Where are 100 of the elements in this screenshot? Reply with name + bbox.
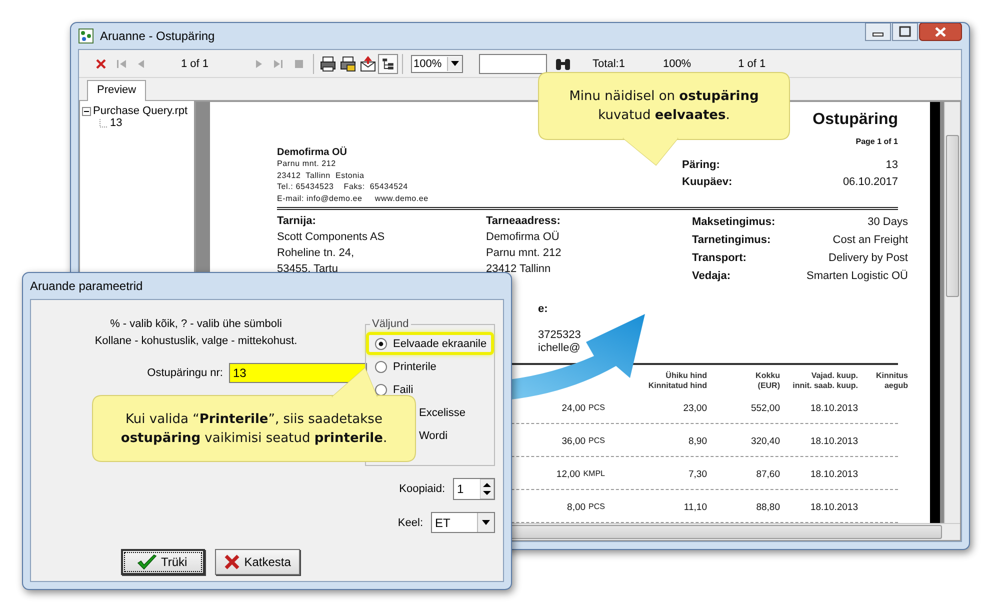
copies-spinner[interactable]: 1 — [453, 478, 495, 500]
option-label[interactable]: Printerile — [393, 360, 436, 372]
contact-line: 3725323 — [538, 329, 582, 342]
table-cell-text: 23,00 — [682, 403, 707, 416]
spinner-arrows-icon[interactable] — [480, 479, 494, 499]
quantity-cell: 24,00 — [562, 403, 586, 414]
zoom-level: 100% — [662, 58, 692, 70]
page-indicator: 1 of 1 — [181, 58, 209, 70]
column-header: Kinnitus aegub — [875, 370, 908, 391]
field-value: Delivery by Post — [828, 251, 908, 266]
option-label[interactable]: Eelvaade ekraanile — [393, 338, 487, 350]
language-dropdown[interactable]: ET — [431, 512, 495, 533]
printer-setup-icon[interactable] — [338, 54, 358, 74]
tree-item[interactable]: 13 — [110, 117, 122, 129]
total-count: Total:1 — [592, 58, 625, 70]
field-label: Päring: — [682, 158, 720, 173]
zoom-dropdown[interactable]: 100% — [410, 54, 463, 72]
table-cell-text: 320,40 — [750, 436, 780, 449]
table-cell-text: 88,80 — [755, 502, 780, 515]
vertical-scrollbar[interactable] — [944, 102, 960, 523]
table-cell-text: 18.10.2013 — [809, 469, 858, 482]
field-label: Vedaja: — [692, 269, 731, 284]
cancel-button[interactable]: Katkesta — [215, 549, 300, 575]
quantity-cell: 36,00 — [562, 436, 586, 447]
table-cell-text: 11,10 — [682, 502, 707, 515]
field-value: 30 Days — [868, 215, 908, 230]
radio-button[interactable] — [375, 360, 387, 372]
section-heading: Tarneaadress: — [486, 214, 562, 229]
address-line: Parnu mnt. 212 — [486, 246, 562, 261]
quantity-cell: 12,00 — [556, 469, 580, 480]
caret-icon — [450, 61, 459, 66]
contact-line: ichelle@ — [538, 342, 582, 355]
address-line: Roheline tn. 24, — [277, 246, 356, 261]
section-heading: Tarnija: — [277, 214, 317, 229]
group-tree-icon[interactable] — [378, 54, 398, 74]
table-cell-text: 87,60 — [755, 469, 780, 482]
unit-cell: KMPL — [583, 469, 605, 478]
address-line: Demofirma OÜ — [486, 230, 560, 245]
unit-cell: PCS — [588, 403, 605, 412]
page-count: 1 of 1 — [738, 58, 766, 70]
close-button[interactable] — [919, 23, 962, 41]
print-button[interactable]: Trüki — [121, 549, 206, 575]
field-label: Ostupäringu nr: — [147, 367, 223, 379]
field-label: Kuupäev: — [682, 175, 732, 190]
company-address: Tel.: 65434523 Faks: 65434524 — [277, 181, 409, 192]
maximize-button[interactable] — [892, 23, 918, 41]
tree-item[interactable]: Purchase Query.rpt — [93, 105, 188, 117]
collapse-icon[interactable] — [82, 106, 91, 116]
company-name: Demofirma OÜ — [277, 147, 348, 158]
option-label[interactable]: Wordi — [419, 430, 448, 442]
field-label: Koopiaid: — [399, 483, 445, 495]
field-value: Cost an Freight — [832, 233, 908, 248]
radio-button[interactable] — [375, 338, 387, 350]
table-cell-text: 8,90 — [688, 436, 707, 449]
field-label: Maksetingimus: — [692, 215, 776, 230]
address-line: 53455, Tartu — [277, 262, 339, 277]
app-icon — [78, 28, 94, 44]
cross-icon — [224, 554, 240, 570]
dialog-title: Aruande parameetrid — [30, 279, 143, 293]
search-field[interactable] — [478, 54, 547, 74]
section-heading: e: — [538, 303, 549, 316]
report-title: Ostupäring — [812, 111, 898, 128]
table-cell-text: 18.10.2013 — [809, 502, 858, 515]
table-cell-text: 7,30 — [688, 469, 707, 482]
minimize-button[interactable] — [865, 23, 891, 41]
checkmark-icon — [137, 554, 157, 570]
field-value: 06.10.2017 — [842, 175, 898, 190]
option-label[interactable]: Faili — [393, 384, 414, 396]
field-label: Tarnetingimus: — [692, 233, 771, 248]
printer-icon[interactable] — [318, 54, 338, 74]
order-number-field[interactable]: 13 — [229, 363, 367, 383]
field-label: Transport: — [692, 251, 746, 266]
field-value: 13 — [886, 158, 898, 173]
company-address: 23412 Tallinn Estonia — [277, 170, 366, 181]
radio-button[interactable] — [375, 384, 387, 396]
table-cell-text: 552,00 — [750, 403, 780, 416]
hint-text: Kollane - kohustuslik, valge - mittekohust. — [94, 334, 298, 349]
callout-text: Minu näidisel on ostupäring kuvatud eelvaates. — [568, 88, 760, 125]
group-label: Väljund — [371, 318, 410, 330]
option-label[interactable]: Excelisse — [419, 406, 466, 418]
page-number: Page 1 of 1 — [854, 137, 898, 146]
column-header: Ühiku hind Kinnitatud hind — [647, 370, 707, 391]
address-line: 23412 Tallinn — [486, 262, 552, 277]
field-value: Smarten Logistic OÜ — [806, 268, 908, 284]
export-icon[interactable] — [358, 54, 378, 74]
hint-text: % - valib kõik, ? - valib ühe sümboli — [110, 317, 282, 332]
column-header: Kokku (EUR) — [754, 370, 780, 391]
tree-branch-line — [99, 118, 108, 128]
callout-text: Kui valida “Printerile”, siis saadetakse ostupäring vaikimisi seatud printerile. — [120, 410, 388, 448]
quantity-cell: 8,00 — [567, 502, 586, 513]
unit-cell: PCS — [588, 502, 605, 511]
window-title: Aruanne - Ostupäring — [100, 29, 215, 43]
unit-cell: PCS — [588, 436, 605, 445]
column-header: Vajad. kuup. innit. saab. kuup. — [792, 370, 858, 391]
table-cell-text: 18.10.2013 — [809, 436, 858, 449]
table-cell-text: 18.10.2013 — [809, 403, 858, 416]
address-line: Scott Components AS — [277, 230, 386, 245]
field-label: Keel: — [398, 516, 423, 528]
company-address: E-mail: info@demo.ee www.demo.ee — [277, 192, 430, 204]
tab[interactable]: Preview — [87, 80, 146, 101]
